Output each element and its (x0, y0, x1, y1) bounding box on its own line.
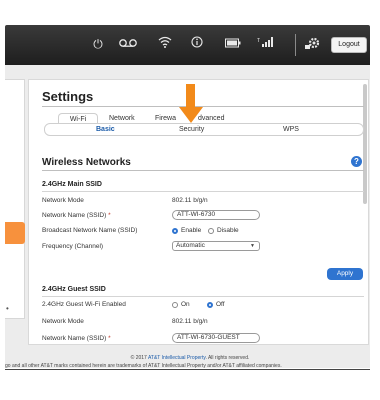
broadcast-enable-radio[interactable] (172, 228, 178, 234)
footer-copyright-suffix: . All rights reserved. (205, 355, 250, 361)
frequency-select-value: Automatic (176, 242, 205, 249)
label-network-mode: Network Mode (42, 197, 84, 204)
group-title-main-ssid: 2.4GHz Main SSID (42, 181, 102, 188)
apply-button[interactable]: Apply (327, 268, 363, 280)
toolbar-divider (295, 34, 296, 56)
label-guest-network-mode: Network Mode (42, 318, 84, 325)
gear-glyph (305, 37, 320, 49)
voicemail-glyph (119, 39, 137, 47)
label-guest-network-name-text: Network Name (SSID) (42, 335, 107, 342)
guest-off-label[interactable]: Off (216, 301, 225, 308)
label-network-name: Network Name (SSID) * (42, 212, 111, 219)
guest-off-radio[interactable] (207, 302, 213, 308)
left-nav-bullet: • (6, 304, 9, 313)
value-network-mode: 802.11 b/g/n (172, 197, 208, 204)
subtab-wps[interactable]: WPS (283, 126, 299, 133)
required-mark-guest: * (108, 335, 111, 342)
battery-glyph (225, 38, 241, 48)
label-guest-network-name: Network Name (SSID) * (42, 335, 111, 342)
tab-network[interactable]: Network (109, 115, 135, 122)
info-icon[interactable] (186, 36, 208, 52)
value-guest-network-mode: 802.11 b/g/n (172, 318, 208, 325)
group-title-guest-ssid: 2.4GHz Guest SSID (42, 286, 106, 293)
broadcast-enable-label[interactable]: Enable (181, 227, 201, 234)
subtab-security[interactable]: Security (179, 126, 204, 133)
signal-icon[interactable]: T (255, 36, 277, 52)
svg-text:T: T (257, 38, 260, 44)
wifi-icon[interactable] (154, 36, 176, 52)
broadcast-disable-label[interactable]: Disable (217, 227, 239, 234)
top-toolbar: ⏻ T Logout (5, 25, 370, 65)
left-nav-active-tab[interactable] (5, 222, 25, 244)
callout-arrow-head (179, 107, 203, 123)
footer-copyright: © 2017 AT&T Intellectual Property. All r… (0, 355, 380, 361)
chevron-down-icon: ▼ (250, 243, 255, 249)
broadcast-disable-radio[interactable] (208, 228, 214, 234)
battery-icon[interactable] (222, 36, 244, 52)
network-name-input[interactable]: ATT-WI-6730 (172, 210, 260, 220)
footer-copyright-prefix: © 2017 (130, 355, 148, 361)
required-mark: * (108, 212, 111, 219)
wifi-glyph (158, 36, 172, 48)
info-glyph (191, 36, 203, 48)
guest-network-name-input[interactable]: ATT-WI-6730-GUEST (172, 333, 260, 343)
section-divider (42, 170, 364, 171)
settings-gear-icon[interactable] (302, 36, 324, 54)
left-nav-panel (5, 79, 25, 319)
guest-on-label[interactable]: On (181, 301, 190, 308)
group-divider-guest (42, 296, 364, 297)
section-title-wireless-networks: Wireless Networks (42, 157, 131, 168)
logout-button[interactable]: Logout (331, 37, 367, 53)
frequency-select[interactable]: Automatic ▼ (172, 241, 260, 251)
page-title: Settings (42, 89, 94, 104)
voicemail-icon[interactable] (117, 36, 139, 52)
footer-rule (5, 369, 370, 370)
group-divider-main (42, 191, 364, 192)
panel-scrollbar[interactable] (363, 84, 367, 204)
footer-ip-link[interactable]: AT&T Intellectual Property (148, 355, 206, 361)
label-guest-enabled: 2.4GHz Guest Wi-Fi Enabled (42, 301, 126, 308)
tab-firewall[interactable]: Firewa (155, 115, 176, 122)
subtab-basic[interactable]: Basic (96, 126, 115, 133)
power-icon[interactable]: ⏻ (87, 36, 109, 52)
signal-glyph: T (257, 37, 273, 47)
label-broadcast: Broadcast Network Name (SSID) (42, 227, 138, 234)
title-divider (42, 106, 364, 107)
label-network-name-text: Network Name (SSID) (42, 212, 107, 219)
guest-on-radio[interactable] (172, 302, 178, 308)
label-frequency: Frequency (Channel) (42, 243, 104, 250)
callout-arrow-shaft (186, 84, 195, 108)
help-icon[interactable]: ? (351, 156, 362, 167)
